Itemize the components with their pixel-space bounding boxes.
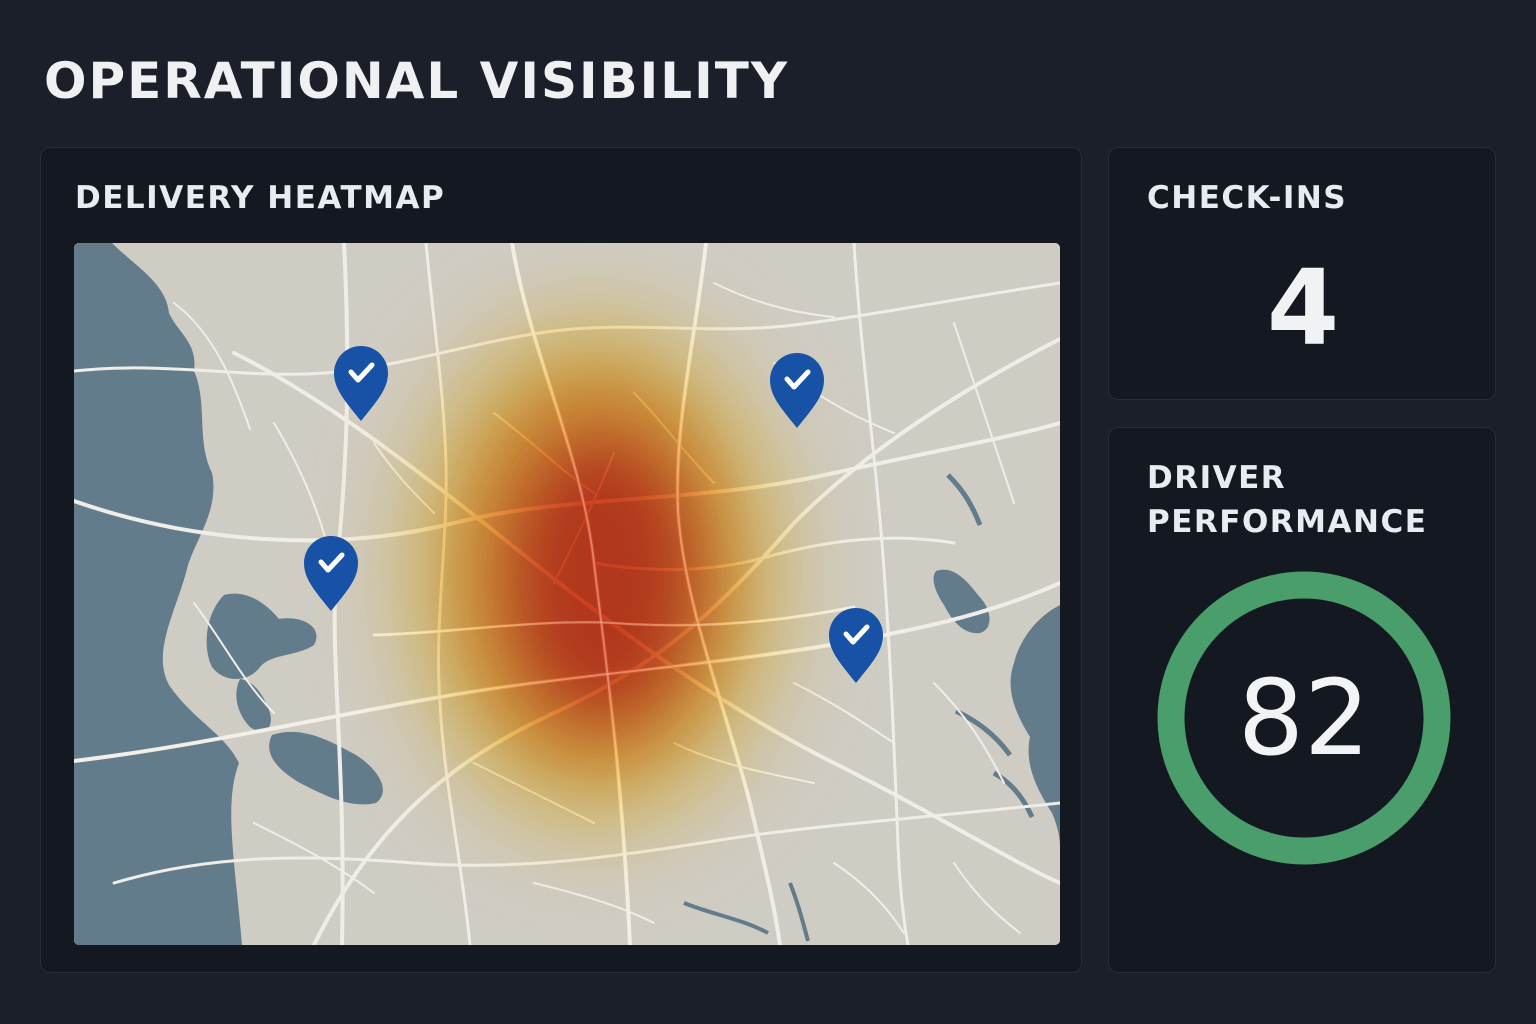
driver-performance-card: DRIVER PERFORMANCE 82 xyxy=(1108,427,1496,973)
delivery-heatmap-card: DELIVERY HEATMAP xyxy=(40,147,1082,973)
driver-performance-gauge: 82 xyxy=(1156,570,1452,866)
delivery-heatmap-title: DELIVERY HEATMAP xyxy=(75,180,446,216)
page-title: OPERATIONAL VISIBILITY xyxy=(44,52,790,110)
map-canvas[interactable] xyxy=(74,243,1060,945)
driver-performance-title: DRIVER PERFORMANCE xyxy=(1147,460,1428,540)
delivery-heatmap-map[interactable] xyxy=(74,243,1060,945)
check-ins-card: CHECK-INS 4 xyxy=(1108,147,1496,400)
check-ins-title: CHECK-INS xyxy=(1147,180,1348,216)
heat-zone-core xyxy=(512,439,692,719)
check-ins-count: 4 xyxy=(1266,247,1340,369)
heat-overlay xyxy=(404,313,784,833)
driver-performance-score: 82 xyxy=(1237,657,1371,779)
